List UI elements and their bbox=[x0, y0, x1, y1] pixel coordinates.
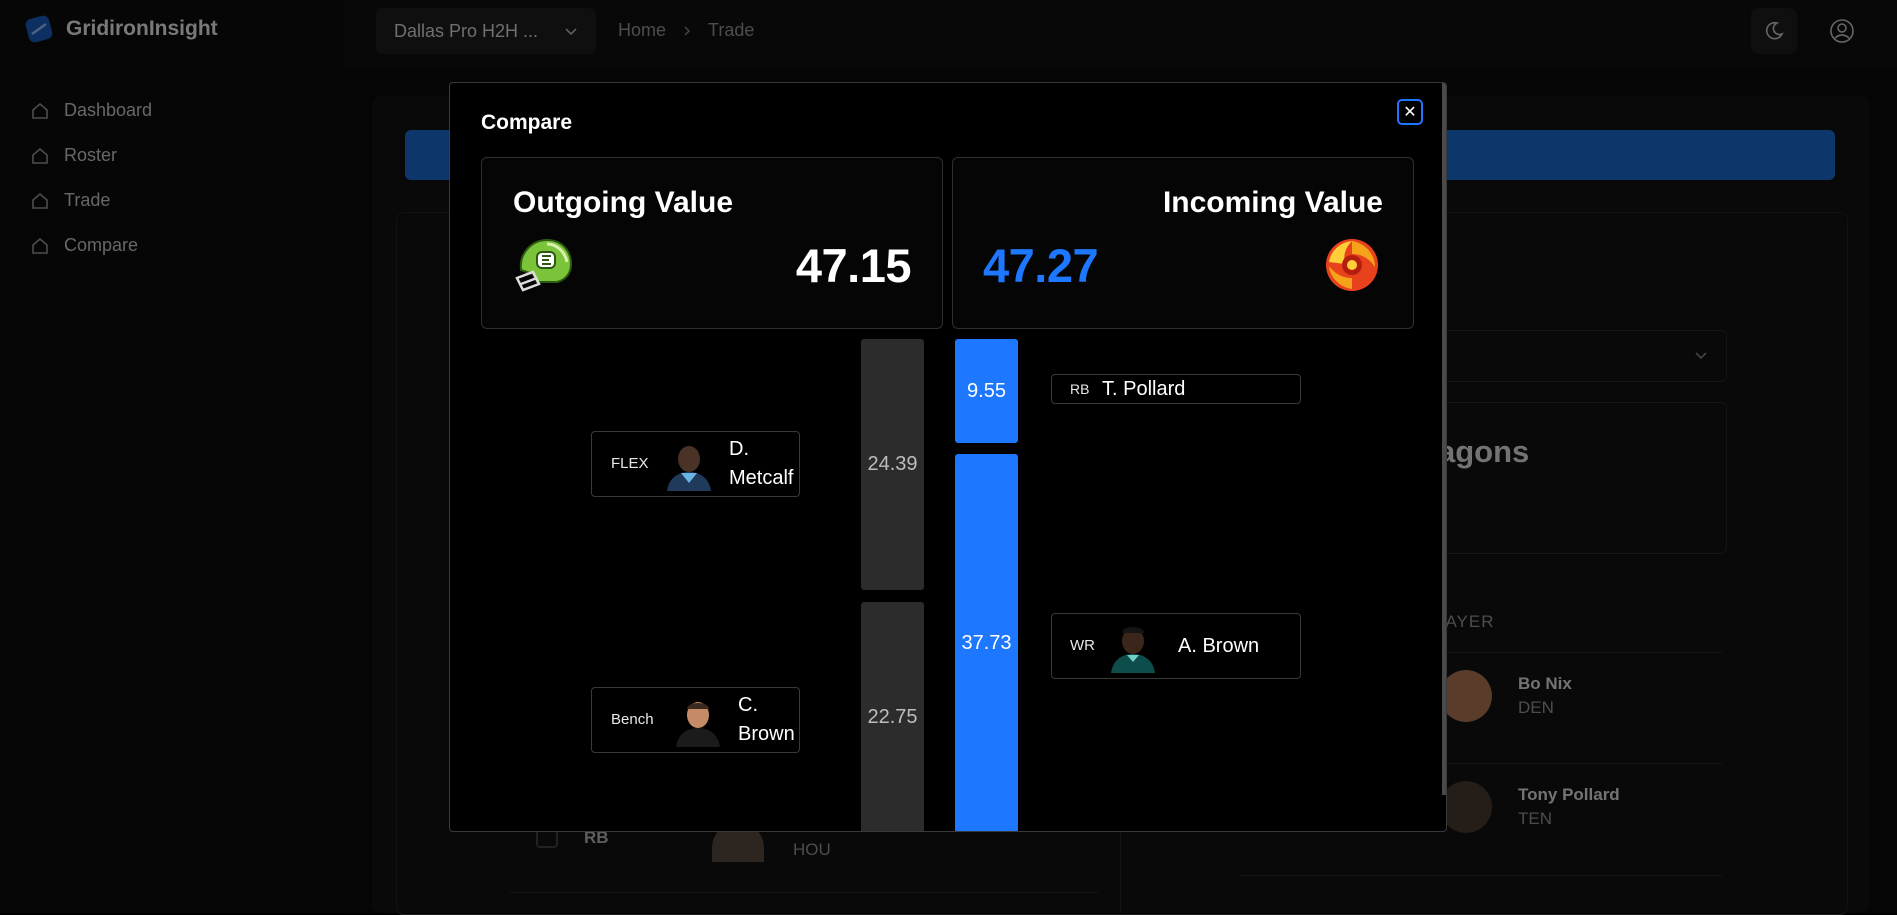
player-headshot bbox=[676, 702, 720, 747]
close-button[interactable]: ✕ bbox=[1397, 99, 1423, 125]
player-slot: Bench bbox=[611, 711, 654, 728]
incoming-value-card: Incoming Value 47.27 bbox=[952, 157, 1414, 329]
bar-value: 9.55 bbox=[967, 379, 1006, 402]
player-name: D. Metcalf bbox=[729, 438, 794, 489]
compare-modal: Compare ✕ Outgoing Value 47.15 Incoming … bbox=[449, 82, 1447, 832]
outgoing-player-card[interactable]: FLEX D. Metcalf bbox=[591, 431, 800, 497]
bar-value: 22.75 bbox=[867, 706, 918, 728]
bar-value: 24.39 bbox=[867, 453, 918, 475]
fire-dragon-logo-icon bbox=[1326, 239, 1378, 291]
outgoing-value-bar: 24.39 bbox=[861, 339, 924, 590]
player-name: C. Brown bbox=[738, 694, 795, 745]
outgoing-player-card[interactable]: Bench C. Brown bbox=[591, 687, 800, 753]
scrollbar[interactable] bbox=[1442, 83, 1446, 795]
player-slot: RB bbox=[1070, 381, 1090, 397]
incoming-value-bar: 9.55 bbox=[955, 339, 1018, 443]
incoming-value-label: Incoming Value bbox=[1162, 186, 1383, 219]
close-icon: ✕ bbox=[1403, 104, 1417, 121]
modal-title: Compare bbox=[481, 111, 573, 134]
player-slot: WR bbox=[1070, 637, 1095, 654]
player-headshot bbox=[667, 446, 711, 491]
incoming-value: 47.27 bbox=[983, 239, 1099, 292]
player-slot: FLEX bbox=[611, 455, 649, 472]
outgoing-value: 47.15 bbox=[795, 239, 912, 292]
helmet-logo-icon bbox=[515, 238, 573, 292]
outgoing-value-bar: 22.75 bbox=[861, 602, 924, 831]
incoming-value-bar: 37.73 bbox=[955, 454, 1018, 831]
bar-value: 37.73 bbox=[961, 632, 1012, 654]
outgoing-value-label: Outgoing Value bbox=[513, 186, 734, 219]
player-headshot bbox=[1111, 627, 1155, 673]
outgoing-value-card: Outgoing Value 47.15 bbox=[481, 157, 943, 329]
player-name: T. Pollard bbox=[1102, 378, 1186, 400]
incoming-player-card[interactable]: RB T. Pollard bbox=[1051, 374, 1301, 404]
incoming-player-card[interactable]: WR A. Brown bbox=[1051, 613, 1301, 679]
player-name: A. Brown bbox=[1178, 635, 1260, 657]
